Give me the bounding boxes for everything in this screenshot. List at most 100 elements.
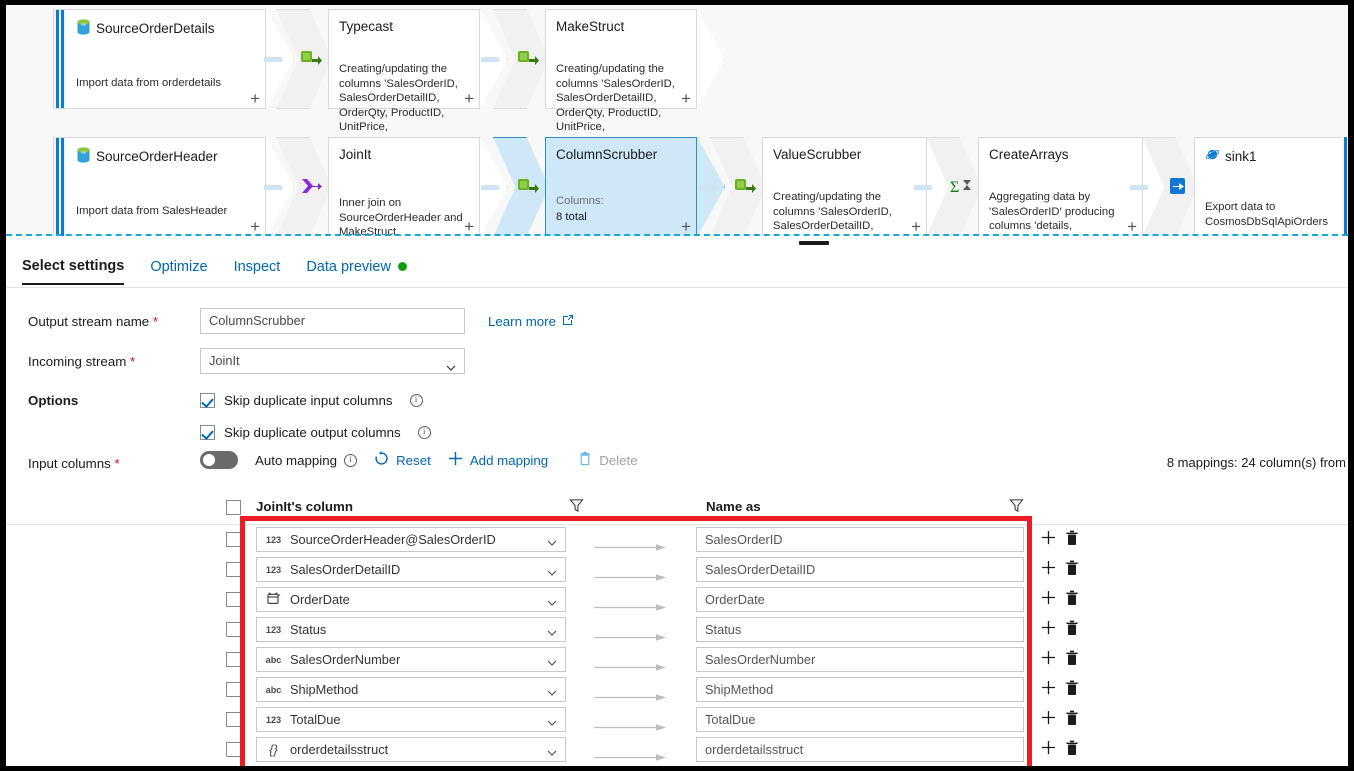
select-all-checkbox[interactable]	[226, 500, 241, 515]
table-row[interactable]: abc SalesOrderNumber SalesOrderNumber	[6, 645, 1348, 675]
row-add-button[interactable]	[1041, 590, 1056, 610]
row-delete-button[interactable]	[1065, 530, 1079, 551]
node-card[interactable]: MakeStruct Creating/updating the columns…	[545, 9, 697, 133]
row-add-button[interactable]	[1041, 650, 1056, 670]
row-delete-button[interactable]	[1065, 650, 1079, 671]
node-add-button[interactable]: +	[911, 218, 921, 235]
node-add-button[interactable]: +	[250, 218, 260, 235]
node-card[interactable]: Typecast Creating/updating the columns '…	[328, 9, 480, 133]
auto-mapping-toggle[interactable]	[200, 451, 238, 469]
tab-data-preview[interactable]: Data preview	[306, 249, 407, 284]
node-card[interactable]: JoinIt Inner join on SourceOrderHeader a…	[328, 137, 480, 236]
target-name-input[interactable]: TotalDue	[696, 707, 1024, 732]
row-select-checkbox[interactable]	[226, 592, 241, 607]
row-delete-button[interactable]	[1065, 710, 1079, 731]
node-add-button[interactable]: +	[1127, 218, 1137, 235]
delete-label: Delete	[599, 452, 638, 468]
source-column-select[interactable]: 123 TotalDue	[256, 707, 566, 732]
row-select-checkbox[interactable]	[226, 532, 241, 547]
target-name-input[interactable]: Status	[696, 617, 1024, 642]
table-row[interactable]: {} orderdetailsstruct orderdetailsstruct	[6, 735, 1348, 765]
source-column-select[interactable]: {} orderdetailsstruct	[256, 737, 566, 762]
connector-joinit[interactable]	[264, 137, 332, 236]
row-delete-button[interactable]	[1065, 740, 1079, 761]
tab-inspect[interactable]: Inspect	[234, 249, 281, 284]
source-column-select[interactable]: 123 SalesOrderDetailID	[256, 557, 566, 582]
row-add-button[interactable]	[1041, 620, 1056, 640]
source-column-select[interactable]: 123 Status	[256, 617, 566, 642]
source-column-select[interactable]: OrderDate	[256, 587, 566, 612]
filter-target-icon[interactable]	[1009, 498, 1024, 513]
row-delete-button[interactable]	[1065, 680, 1079, 701]
target-name-input[interactable]: ShipMethod	[696, 677, 1024, 702]
row-select-checkbox[interactable]	[226, 562, 241, 577]
connector-createarrays[interactable]: Σ	[914, 137, 982, 236]
row-select-checkbox[interactable]	[226, 712, 241, 727]
info-icon[interactable]: i	[409, 394, 423, 407]
target-name-input[interactable]: OrderDate	[696, 587, 1024, 612]
source-column-select[interactable]: 123 SourceOrderHeader@SalesOrderID	[256, 527, 566, 552]
connector-wire	[481, 57, 499, 62]
learn-more-link[interactable]: Learn more	[488, 314, 574, 329]
source-column-select[interactable]: abc SalesOrderNumber	[256, 647, 566, 672]
node-card[interactable]: CreateArrays Aggregating data by 'SalesO…	[978, 137, 1143, 236]
row-add-button[interactable]	[1041, 560, 1056, 580]
row-delete-button[interactable]	[1065, 620, 1079, 641]
skip-duplicate-output-columns-row[interactable]: Skip duplicate output columns i	[200, 425, 431, 440]
target-name-input[interactable]: SalesOrderID	[696, 527, 1024, 552]
tab-select-settings[interactable]: Select settings	[22, 248, 125, 285]
table-row[interactable]: 123 Status Status	[6, 615, 1348, 645]
row-add-button[interactable]	[1041, 710, 1056, 730]
node-add-button[interactable]: +	[681, 218, 691, 235]
node-add-button[interactable]: +	[250, 90, 260, 107]
node-add-button[interactable]: +	[464, 218, 474, 235]
node-add-button[interactable]: +	[464, 90, 474, 107]
source-column-value: SourceOrderHeader@SalesOrderID	[290, 532, 496, 547]
row-add-button[interactable]	[1041, 680, 1056, 700]
table-row[interactable]: OrderDate OrderDate	[6, 585, 1348, 615]
dataflow-canvas[interactable]: sql SourceOrderDetails Import data from …	[6, 5, 1348, 236]
output-stream-input[interactable]: ColumnScrubber	[200, 308, 465, 334]
external-link-icon	[562, 314, 574, 329]
node-card[interactable]: ValueScrubber Creating/updating the colu…	[762, 137, 927, 236]
incoming-stream-select[interactable]: JoinIt	[200, 348, 465, 374]
row-select-checkbox[interactable]	[226, 742, 241, 757]
connector-columnscrubber[interactable]	[481, 137, 549, 236]
node-card[interactable]: sql SourceOrderHeader Import data from S…	[66, 137, 266, 236]
skip-duplicate-input-columns-row[interactable]: Skip duplicate input columns i	[200, 393, 423, 408]
row-delete-button[interactable]	[1065, 590, 1079, 611]
chevron-down-icon	[547, 566, 557, 576]
target-name-input[interactable]: SalesOrderDetailID	[696, 557, 1024, 582]
target-name-input[interactable]: SalesOrderNumber	[696, 647, 1024, 672]
info-icon[interactable]: i	[344, 453, 358, 467]
table-row[interactable]: 123 SalesOrderDetailID SalesOrderDetailID	[6, 555, 1348, 585]
filter-source-icon[interactable]	[569, 498, 584, 513]
connector-makestruct[interactable]	[481, 9, 549, 109]
row-select-checkbox[interactable]	[226, 652, 241, 667]
add-mapping-button[interactable]: Add mapping	[448, 451, 548, 469]
row-add-button[interactable]	[1041, 740, 1056, 760]
node-add-button[interactable]: +	[681, 90, 691, 107]
node-card[interactable]: sql SourceOrderDetails Import data from …	[66, 9, 266, 109]
source-column-select[interactable]: abc ShipMethod	[256, 677, 566, 702]
table-row[interactable]: 123 TotalDue TotalDue	[6, 705, 1348, 735]
connector-typecast[interactable]	[264, 9, 332, 109]
row-delete-button[interactable]	[1065, 560, 1079, 581]
connector-valuescrubber[interactable]	[698, 137, 766, 236]
table-row[interactable]: 123 SourceOrderHeader@SalesOrderID SalesOr…	[6, 525, 1348, 555]
delete-button[interactable]: Delete	[578, 451, 638, 469]
skip-duplicate-output-columns-checkbox[interactable]	[200, 425, 215, 440]
table-row[interactable]: abc ShipMethod ShipMethod	[6, 675, 1348, 705]
node-card[interactable]: sink1 Export data to CosmosDbSqlApiOrder…	[1194, 137, 1342, 236]
row-add-button[interactable]	[1041, 530, 1056, 550]
info-icon[interactable]: i	[417, 426, 431, 439]
row-select-checkbox[interactable]	[226, 682, 241, 697]
target-name-input[interactable]: orderdetailsstruct	[696, 737, 1024, 762]
connector-sink1[interactable]	[1130, 137, 1198, 236]
node-card[interactable]: ColumnScrubber Columns: 8 total +	[545, 137, 697, 236]
reset-button[interactable]: Reset	[374, 451, 431, 469]
row-select-checkbox[interactable]	[226, 622, 241, 637]
target-name-value: Status	[705, 622, 742, 637]
tab-optimize[interactable]: Optimize	[150, 249, 207, 284]
skip-duplicate-input-columns-checkbox[interactable]	[200, 393, 215, 408]
